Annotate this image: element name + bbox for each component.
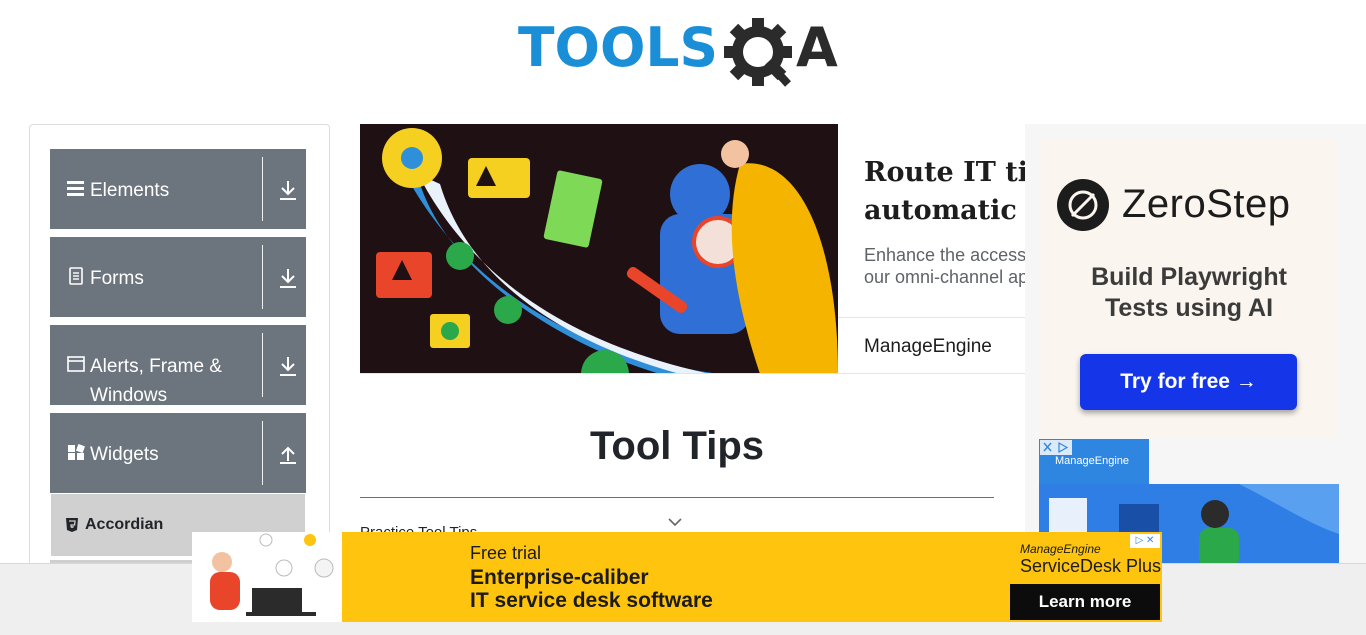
download-arrow-icon[interactable] — [278, 267, 298, 289]
chevron-down-icon[interactable] — [667, 516, 683, 528]
sidebar-group-label: Forms — [90, 268, 144, 289]
ad-brand: ManageEngine — [1020, 542, 1101, 556]
ad-product: ServiceDesk Plus — [1020, 556, 1162, 576]
top-ad-banner[interactable]: Route IT ti automatic Enhance the access… — [360, 124, 1026, 374]
zerostep-logo-icon — [1057, 179, 1109, 231]
bottom-ad-banner[interactable]: Free trial Enterprise-caliber IT service… — [192, 532, 1162, 622]
sidebar-group-label: Alerts, Frame & Windows — [90, 356, 222, 406]
ad-description: Enhance the access our omni-channel ap — [864, 245, 1026, 287]
ad-line-2: Enterprise-caliber — [470, 566, 649, 589]
zerostep-tagline: Build Playwright Tests using AI — [1091, 263, 1287, 322]
ad-close-icon[interactable] — [1040, 440, 1072, 455]
window-icon — [67, 356, 85, 372]
upload-arrow-icon[interactable] — [278, 443, 298, 465]
ad-line-1: Free trial — [470, 543, 542, 563]
document-icon — [69, 267, 83, 285]
sidebar-group-forms[interactable]: Forms — [50, 237, 306, 317]
widgets-icon — [68, 444, 85, 460]
download-arrow-icon[interactable] — [278, 355, 298, 377]
sidebar-group-widgets[interactable]: Widgets — [50, 413, 306, 493]
svg-text:A: A — [796, 16, 838, 79]
divider — [360, 497, 994, 498]
zerostep-ad[interactable]: ZeroStep Build Playwright Tests using AI… — [1040, 140, 1338, 438]
close-icon[interactable]: ▷ ✕ — [1130, 534, 1160, 548]
divider — [262, 333, 263, 397]
sidebar-group-label: Widgets — [90, 444, 159, 465]
hamburger-icon — [67, 181, 84, 196]
sidebar-group-alerts[interactable]: Alerts, Frame & Windows — [50, 325, 306, 406]
html5-icon — [66, 518, 78, 532]
ad-line-3: IT service desk software — [470, 589, 713, 612]
page: TOOLS A Elements Forms Alerts, Frame & W… — [0, 0, 1366, 635]
download-arrow-icon[interactable] — [278, 179, 298, 201]
try-for-free-button[interactable]: Try for free → — [1080, 354, 1297, 410]
toolsqa-logo[interactable]: TOOLS A — [518, 14, 842, 92]
ad-headline: Route IT ti automatic — [864, 157, 1026, 226]
page-title: Tool Tips — [589, 424, 765, 468]
zerostep-brand: ZeroStep — [1122, 182, 1291, 226]
sidebar-group-elements[interactable]: Elements — [50, 149, 306, 229]
close-icon — [1043, 441, 1069, 454]
divider — [262, 245, 263, 309]
ad-brand: ManageEngine — [864, 336, 992, 357]
svg-text:TOOLS: TOOLS — [518, 16, 718, 79]
learn-more-button[interactable]: Learn more — [1010, 584, 1160, 620]
divider — [262, 157, 263, 221]
divider — [838, 317, 1026, 318]
divider — [262, 421, 263, 485]
sidebar-item-label: Accordian — [85, 516, 164, 533]
ad-brand: ManageEngine — [1055, 455, 1130, 467]
ad-illustration — [192, 532, 342, 622]
sidebar-group-label: Elements — [90, 180, 170, 201]
ad-illustration — [360, 124, 838, 373]
